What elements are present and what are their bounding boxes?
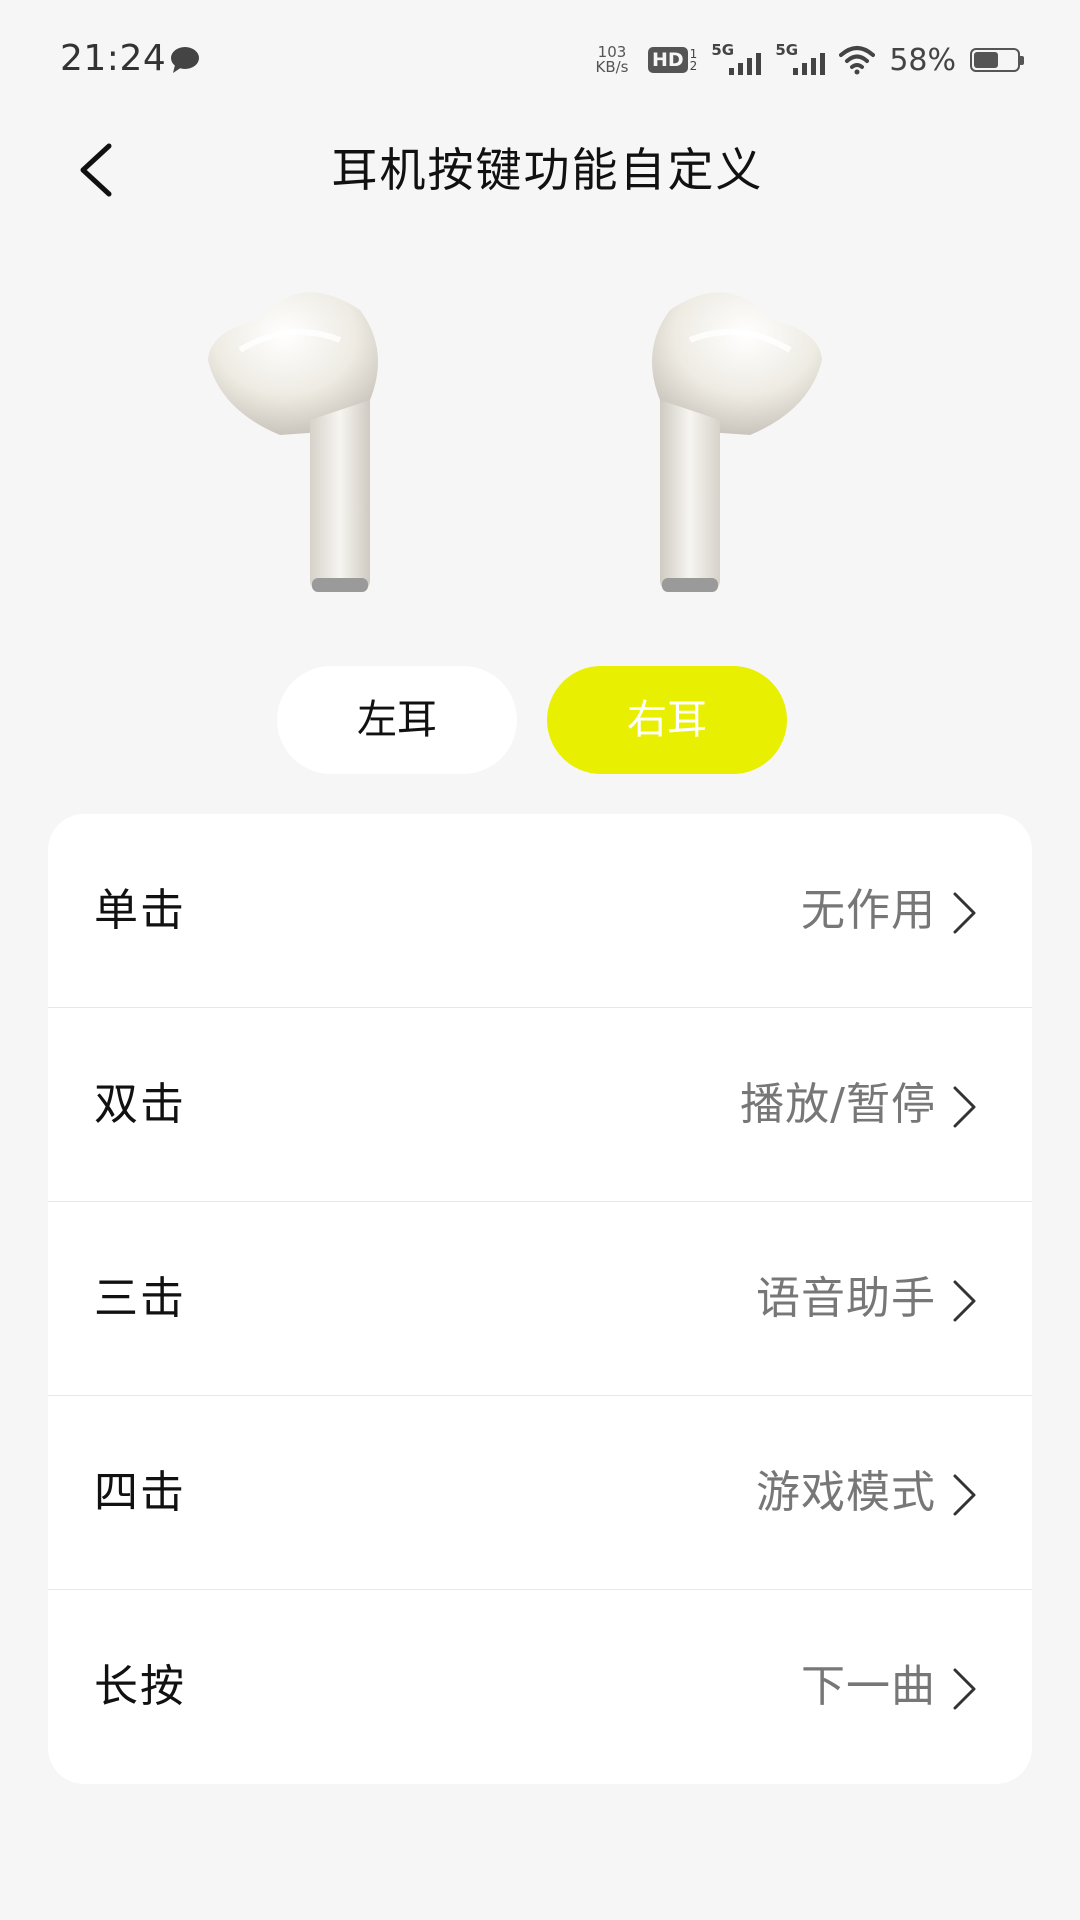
- hd-icon: HD 1 2: [647, 47, 698, 73]
- row-label: 双击: [94, 1079, 186, 1130]
- signal-5g-icon-2: 5G: [775, 41, 826, 75]
- chevron-right-icon: [953, 892, 976, 934]
- row-label: 三击: [94, 1273, 186, 1324]
- tab-left-ear[interactable]: 左耳: [277, 666, 517, 774]
- status-indicators: 103 KB/s HD 1 2 5G 5G 58%: [590, 38, 1024, 82]
- row-value: 游戏模式: [756, 1467, 936, 1518]
- signal-label-1: 5G: [711, 41, 735, 59]
- signal-label-2: 5G: [775, 41, 799, 59]
- battery-percent: 58%: [889, 42, 956, 78]
- tab-right-ear[interactable]: 右耳: [547, 666, 787, 774]
- hd-sub-bottom: 2: [689, 59, 698, 73]
- left-earbud-image: [208, 292, 378, 592]
- signal-bars-1: [729, 53, 762, 75]
- chevron-right-icon: [953, 1474, 976, 1516]
- row-value: 播放/暂停: [740, 1079, 936, 1130]
- battery-fill: [974, 52, 999, 68]
- settings-row-long-press[interactable]: 长按 下一曲: [48, 1590, 1032, 1784]
- row-label: 四击: [94, 1467, 186, 1518]
- battery-icon: [970, 48, 1024, 72]
- row-label: 长按: [94, 1661, 186, 1712]
- row-value: 下一曲: [801, 1661, 936, 1712]
- wifi-icon: [839, 46, 876, 75]
- ear-switch: 左耳 右耳: [277, 666, 787, 774]
- page-title: 耳机按键功能自定义: [331, 143, 764, 197]
- chevron-right-icon: [953, 1668, 976, 1710]
- status-bar: 21:24 103 KB/s HD 1 2 5G 5G 58%: [0, 0, 1080, 120]
- signal-5g-icon-1: 5G: [711, 41, 762, 75]
- chevron-right-icon: [953, 1086, 976, 1128]
- settings-row-quadruple-tap[interactable]: 四击 游戏模式: [48, 1396, 1032, 1590]
- signal-bars-2: [793, 53, 826, 75]
- row-value: 无作用: [801, 885, 936, 936]
- chevron-right-icon: [953, 1280, 976, 1322]
- header: 耳机按键功能自定义: [0, 120, 1080, 230]
- status-time: 21:24: [60, 38, 167, 79]
- row-label: 单击: [94, 885, 186, 936]
- chevron-left-icon: [80, 143, 112, 197]
- settings-row-double-tap[interactable]: 双击 播放/暂停: [48, 1008, 1032, 1202]
- hd-sub: 1 2: [690, 48, 698, 72]
- network-speed: 103 KB/s: [590, 45, 634, 75]
- settings-row-triple-tap[interactable]: 三击 语音助手: [48, 1202, 1032, 1396]
- back-button[interactable]: [60, 130, 130, 210]
- network-speed-unit: KB/s: [595, 58, 629, 76]
- key-function-list: 单击 无作用 双击 播放/暂停 三击 语音助手 四击 游戏模式 长按 下一曲: [48, 814, 1032, 1784]
- message-icon: [171, 47, 199, 73]
- row-value: 语音助手: [756, 1273, 936, 1324]
- earbuds-illustration: [0, 280, 1080, 610]
- right-earbud-image: [652, 292, 822, 592]
- hd-label: HD: [647, 47, 688, 73]
- settings-row-single-tap[interactable]: 单击 无作用: [48, 814, 1032, 1008]
